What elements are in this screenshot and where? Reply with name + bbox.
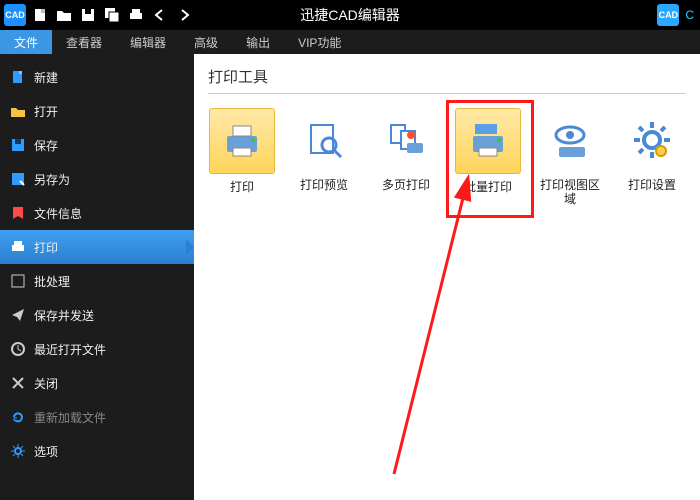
sidebar-item-label: 文件信息 (34, 205, 82, 222)
sidebar-item-label: 重新加载文件 (34, 409, 106, 426)
preview-icon (292, 108, 356, 172)
tool-row: 打印 打印预览 多页打印 批量打印 打印视图区域 打印设置 (208, 108, 686, 206)
titlebar: CAD 迅捷CAD编辑器 CAD C (0, 0, 700, 30)
sidebar-item-3[interactable]: 另存为 (0, 162, 194, 196)
tool-label: 多页打印 (382, 178, 430, 192)
open-folder-icon[interactable] (54, 5, 74, 25)
sidebar-item-label: 批处理 (34, 273, 70, 290)
new-file-icon[interactable] (30, 5, 50, 25)
undo-icon[interactable] (150, 5, 170, 25)
tool-batch-printer[interactable]: 批量打印 (454, 108, 522, 206)
save-as-icon[interactable] (102, 5, 122, 25)
sidebar-item-9[interactable]: 关闭 (0, 366, 194, 400)
sidebar-item-2[interactable]: 保存 (0, 128, 194, 162)
batch-printer-icon (455, 108, 521, 174)
sidebar-item-4[interactable]: 文件信息 (0, 196, 194, 230)
sidebar-item-label: 打印 (34, 239, 58, 256)
tool-printer[interactable]: 打印 (208, 108, 276, 206)
sidebar-item-label: 新建 (34, 69, 58, 86)
sidebar-item-label: 选项 (34, 443, 58, 460)
tool-label: 打印设置 (628, 178, 676, 192)
tool-preview[interactable]: 打印预览 (290, 108, 358, 206)
sidebar-item-0[interactable]: 新建 (0, 60, 194, 94)
app-logo-icon: CAD (4, 4, 26, 26)
panel-title: 打印工具 (208, 66, 686, 94)
menu-tab-2[interactable]: 编辑器 (116, 30, 180, 54)
sidebar-item-6[interactable]: 批处理 (0, 264, 194, 298)
sidebar-item-label: 最近打开文件 (34, 341, 106, 358)
sidebar-item-label: 另存为 (34, 171, 70, 188)
sidebar-item-7[interactable]: 保存并发送 (0, 298, 194, 332)
menu-tab-5[interactable]: VIP功能 (284, 30, 355, 54)
menu-tab-3[interactable]: 高级 (180, 30, 232, 54)
tool-label: 打印预览 (300, 178, 348, 192)
sidebar-item-10[interactable]: 重新加载文件 (0, 400, 194, 434)
sidebar-item-8[interactable]: 最近打开文件 (0, 332, 194, 366)
save-icon[interactable] (78, 5, 98, 25)
printer-icon (209, 108, 275, 174)
print-icon[interactable] (126, 5, 146, 25)
titlebar-left: CAD (0, 4, 194, 26)
tool-label: 打印视图区域 (536, 178, 604, 206)
sidebar: 新建打开保存另存为文件信息打印批处理保存并发送最近打开文件关闭重新加载文件选项 (0, 54, 194, 500)
sidebar-item-label: 打开 (34, 103, 58, 120)
cad-badge-icon: CAD (657, 4, 679, 26)
multipage-icon (374, 108, 438, 172)
titlebar-letter: C (685, 8, 694, 22)
menubar: 文件查看器编辑器高级输出VIP功能 (0, 30, 700, 54)
tool-multipage[interactable]: 多页打印 (372, 108, 440, 206)
menu-tab-0[interactable]: 文件 (0, 30, 52, 54)
tool-settings-gear[interactable]: 打印设置 (618, 108, 686, 206)
tool-label: 批量打印 (464, 180, 512, 194)
titlebar-right: CAD C (657, 4, 700, 26)
sidebar-item-label: 保存并发送 (34, 307, 94, 324)
tool-view-area[interactable]: 打印视图区域 (536, 108, 604, 206)
sidebar-item-5[interactable]: 打印 (0, 230, 194, 264)
sidebar-item-label: 关闭 (34, 375, 58, 392)
annotation-arrow (364, 174, 664, 494)
sidebar-item-11[interactable]: 选项 (0, 434, 194, 468)
menu-tab-1[interactable]: 查看器 (52, 30, 116, 54)
sidebar-item-label: 保存 (34, 137, 58, 154)
settings-gear-icon (620, 108, 684, 172)
menu-tab-4[interactable]: 输出 (232, 30, 284, 54)
redo-icon[interactable] (174, 5, 194, 25)
sidebar-item-1[interactable]: 打开 (0, 94, 194, 128)
content-area: 打印工具 打印 打印预览 多页打印 批量打印 打印视图区域 打印设置 (194, 54, 700, 500)
tool-label: 打印 (230, 180, 254, 194)
view-area-icon (538, 108, 602, 172)
